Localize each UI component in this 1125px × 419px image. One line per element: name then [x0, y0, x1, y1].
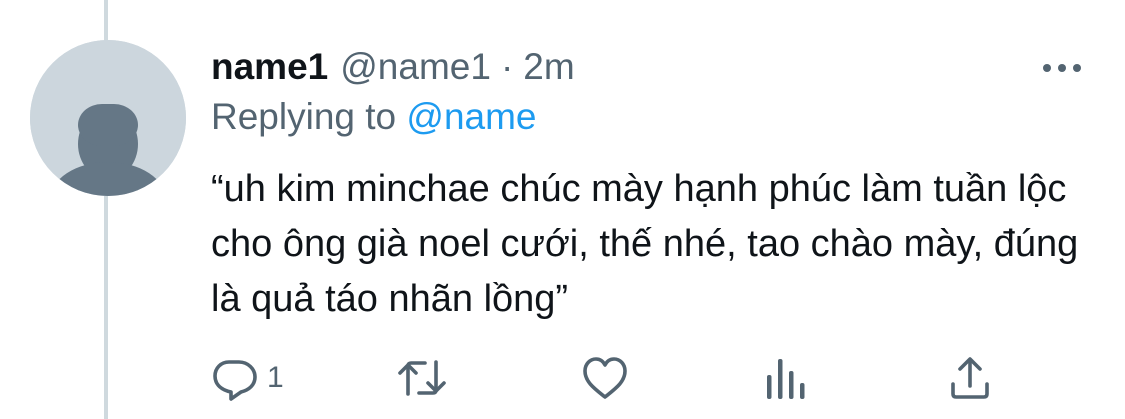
share-button[interactable] [948, 350, 992, 406]
retweet-button[interactable] [395, 350, 449, 406]
tweet-header: name1 @name1 · 2m [211, 44, 575, 90]
more-options-button[interactable] [1040, 56, 1084, 80]
reply-icon [213, 360, 257, 401]
separator-dot: · [500, 46, 514, 87]
share-icon [951, 357, 989, 399]
analytics-icon [767, 359, 805, 399]
avatar[interactable] [30, 40, 186, 196]
replying-to-line: Replying to @name [211, 96, 537, 138]
retweet-icon [398, 360, 446, 396]
tweet-text: “uh kim minchae chúc mày hạnh phúc làm t… [211, 168, 1079, 320]
display-name[interactable]: name1 [211, 46, 328, 88]
reply-count: 1 [267, 361, 284, 394]
reply-button[interactable]: 1 [211, 350, 284, 406]
replying-to-mention[interactable]: @name [406, 96, 536, 137]
heart-icon [583, 357, 627, 399]
default-avatar-icon [30, 40, 186, 196]
analytics-button[interactable] [764, 350, 808, 406]
more-options-icon [1043, 64, 1081, 72]
action-bar: 1 [211, 350, 1011, 406]
user-handle[interactable]: @name1 [340, 46, 491, 88]
replying-to-label: Replying to [211, 96, 397, 137]
like-button[interactable] [581, 350, 629, 406]
tweet-timestamp[interactable]: 2m [523, 46, 574, 88]
